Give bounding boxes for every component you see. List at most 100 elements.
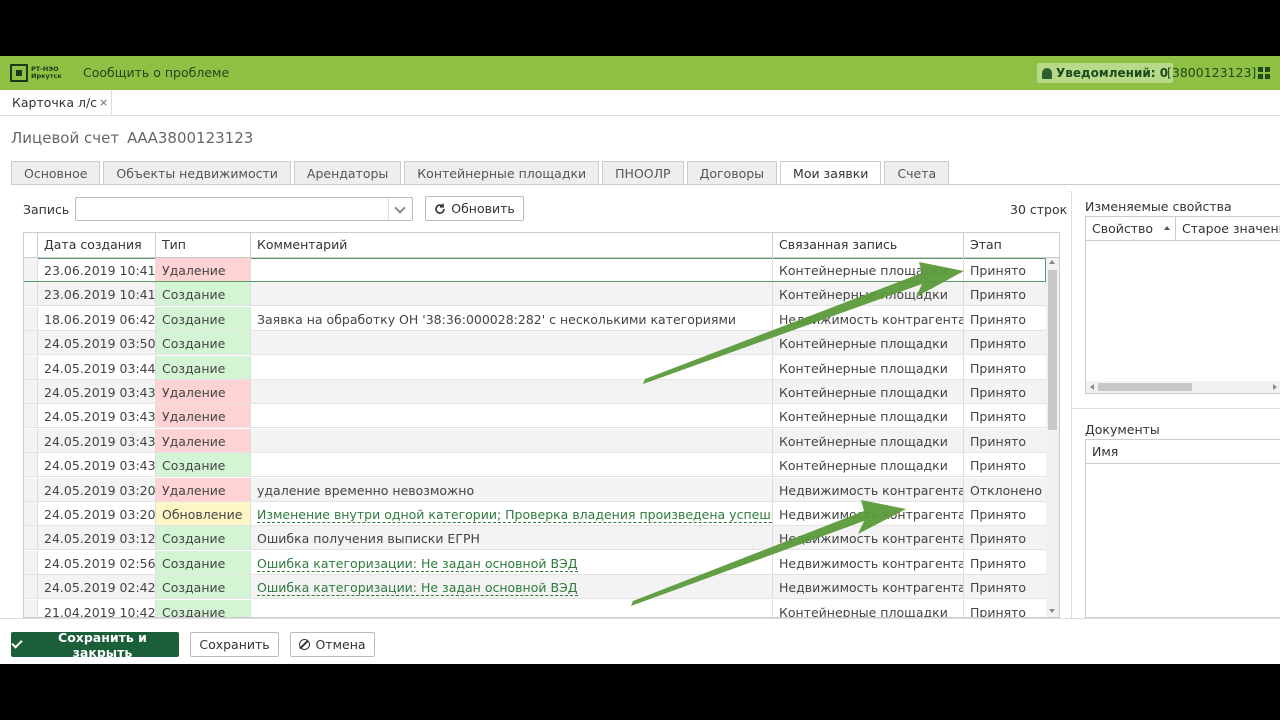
row-selector[interactable] [24,258,38,281]
checkmark-icon [11,637,23,649]
top-bar: РТ-НЭО Иркутск Сообщить о проблеме Уведо… [0,56,1280,90]
cell-comment: Заявка на обработку ОН '38:36:000028:282… [251,306,773,330]
cancel-icon [299,639,311,650]
table-row[interactable]: 24.05.2019 03:43 Удаление Контейнерные пло… [24,404,1046,429]
cell-comment[interactable]: Ошибка категоризации: Не задан основной … [251,550,773,574]
scroll-up-icon[interactable] [1049,260,1055,264]
props-horizontal-scrollbar[interactable] [1086,381,1280,393]
table-row[interactable]: 24.05.2019 03:43 Создание Контейнерные пло… [24,453,1046,478]
report-problem-link[interactable]: Сообщить о проблеме [83,65,229,80]
scroll-thumb[interactable] [1048,270,1057,430]
cell-stage: Принято [970,263,1027,278]
table-row[interactable]: 24.05.2019 02:56 Создание Ошибка категориз… [24,550,1046,575]
bell-icon [1042,67,1052,79]
apps-grid-icon[interactable] [1258,67,1270,79]
comment-link[interactable]: Ошибка категоризации: Не задан основной … [257,580,578,597]
cell-type: Удаление [156,380,251,403]
col-header-property[interactable]: Свойство [1086,217,1176,241]
cancel-button[interactable]: Отмена [290,632,375,657]
table-row[interactable]: 18.06.2019 06:42 Создание Заявка на обрабо… [24,306,1046,331]
tab-4[interactable]: ПНООЛР [602,161,684,184]
row-selector[interactable] [24,550,38,574]
cell-comment [251,258,773,281]
table-row[interactable]: 24.05.2019 03:50 Создание Контейнерные пло… [24,331,1046,356]
scroll-right-icon[interactable] [1273,384,1277,390]
account-id[interactable]: [3800123123] [1167,65,1256,80]
cell-type: Удаление [156,404,251,428]
save-button[interactable]: Сохранить [190,632,279,657]
cell-type: Создание [156,306,251,330]
table-row[interactable]: 24.05.2019 03:43 Удаление Контейнерные пло… [24,428,1046,453]
cell-related: Контейнерные площадки [773,428,964,452]
cell-related: Недвижимость контрагента [773,477,964,501]
row-selector[interactable] [24,599,38,617]
table-row[interactable]: 24.05.2019 03:20 Удаление удаление временн… [24,477,1046,502]
col-header-name[interactable]: Имя [1086,440,1280,464]
table-row[interactable]: 21.04.2019 10:42 Создание Контейнерные пло… [24,599,1046,617]
row-selector[interactable] [24,526,38,550]
tab-2[interactable]: Арендаторы [293,161,402,184]
doc-tab-label: Карточка л/с [12,95,98,110]
table-row[interactable]: 23.06.2019 10:41 Создание Контейнерные пло… [24,282,1046,307]
cancel-label: Отмена [315,637,366,652]
tab-6[interactable]: Мои заявки [780,161,882,185]
col-header-comment[interactable]: Комментарий [251,233,773,257]
row-selector[interactable] [24,355,38,379]
refresh-button[interactable]: Обновить [425,196,524,221]
cell-date: 24.05.2019 03:43 [38,404,156,428]
col-header-related[interactable]: Связанная запись [773,233,964,257]
grid-vertical-scrollbar[interactable] [1046,258,1059,617]
table-row[interactable]: 24.05.2019 02:42 Создание Ошибка категориз… [24,575,1046,600]
tab-5[interactable]: Договоры [686,161,778,184]
table-row[interactable]: 24.05.2019 03:20 Обновление Изменение внут… [24,502,1046,526]
col-header-stage[interactable]: Этап [964,233,1059,257]
scroll-down-icon[interactable] [1049,609,1055,613]
tab-0[interactable]: Основное [11,161,101,184]
row-selector[interactable] [24,477,38,501]
cell-related: Контейнерные площадки [773,331,964,355]
requests-grid: Дата создания Тип Комментарий Связанная … [23,232,1060,618]
cell-comment[interactable]: Ошибка категоризации: Не задан основной … [251,575,773,599]
row-selector[interactable] [24,575,38,599]
row-selector[interactable] [24,453,38,477]
cell-related: Недвижимость контрагента [773,575,964,599]
table-row[interactable]: 24.05.2019 03:44 Создание Контейнерные пло… [24,355,1046,380]
cell-stage: Принято [970,580,1027,596]
refresh-label: Обновить [451,201,515,216]
row-selector[interactable] [24,331,38,355]
row-selector[interactable] [24,306,38,330]
doc-tab-account-card[interactable]: Карточка л/с × [0,90,112,116]
row-selector[interactable] [24,502,38,525]
close-icon[interactable]: × [99,96,108,109]
cell-stage: Принято [970,555,1027,571]
col-header-type[interactable]: Тип [156,233,251,257]
cell-comment[interactable]: Изменение внутри одной категории; Провер… [251,502,773,525]
comment-link[interactable]: Ошибка категоризации: Не задан основной … [257,555,578,572]
row-count: 30 строк [1010,202,1068,217]
cell-date: 24.05.2019 03:44 [38,355,156,379]
cell-date: 24.05.2019 03:50 [38,331,156,355]
grid-header: Дата создания Тип Комментарий Связанная … [24,233,1059,258]
table-row[interactable]: 24.05.2019 03:43 Удаление Контейнерные пло… [24,380,1046,404]
tab-1[interactable]: Объекты недвижимости [103,161,291,184]
chevron-down-icon[interactable] [388,198,412,220]
table-row[interactable]: 23.06.2019 10:41 Удаление Контейнерные пло… [24,258,1046,282]
tab-3[interactable]: Контейнерные площадки [404,161,600,184]
row-selector[interactable] [24,404,38,428]
company-logo[interactable]: РТ-НЭО Иркутск [10,62,66,84]
row-selector[interactable] [24,428,38,452]
col-header-old-value[interactable]: Старое значение [1176,217,1280,241]
record-select[interactable] [75,197,413,221]
cell-date: 24.05.2019 03:12 [38,526,156,550]
table-row[interactable]: 24.05.2019 03:12 Создание Ошибка получения… [24,526,1046,551]
scroll-thumb-h[interactable] [1098,383,1192,391]
col-header-date[interactable]: Дата создания [38,233,156,257]
comment-link[interactable]: Изменение внутри одной категории; Провер… [257,507,772,523]
row-selector[interactable] [24,380,38,403]
cell-type: Создание [156,453,251,477]
notifications-button[interactable]: Уведомлений: 0 [1037,63,1174,83]
scroll-left-icon[interactable] [1090,384,1094,390]
save-and-close-button[interactable]: Сохранить и закрыть [11,630,179,660]
tab-7[interactable]: Счета [884,161,950,184]
row-selector[interactable] [24,282,38,306]
